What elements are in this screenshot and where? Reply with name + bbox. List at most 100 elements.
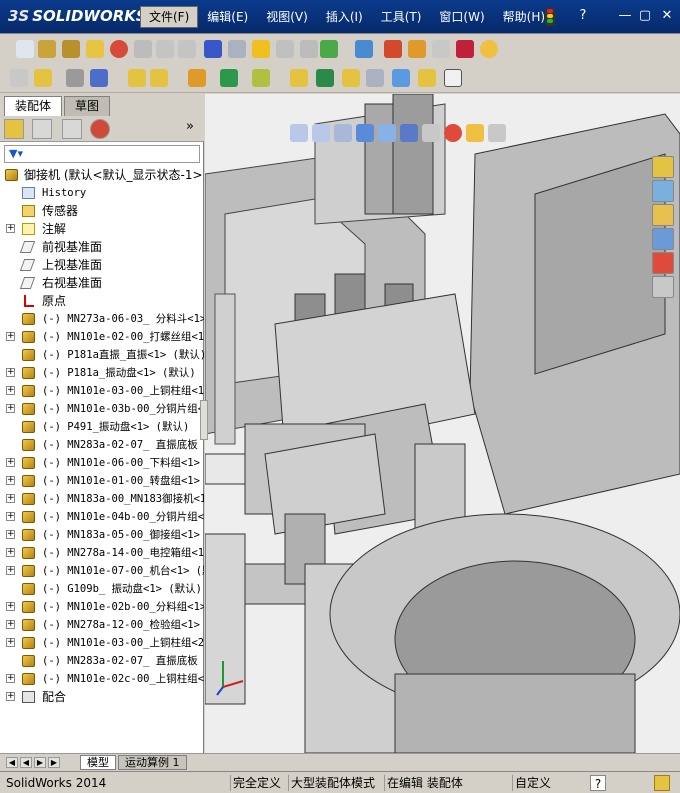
expand-icon[interactable]: +	[6, 530, 15, 539]
check-icon[interactable]	[432, 40, 450, 58]
interference-icon[interactable]	[392, 69, 410, 87]
expand-icon[interactable]: +	[6, 548, 15, 557]
check-icon[interactable]	[300, 40, 318, 58]
display-manager-icon[interactable]	[90, 119, 110, 139]
tree-item-component[interactable]: + (-) MN101e-03b-00_分铜片组<1>	[0, 400, 204, 418]
close-button[interactable]: ✕	[659, 8, 675, 24]
expand-icon[interactable]: +	[6, 386, 15, 395]
section-properties-icon[interactable]	[86, 40, 104, 58]
filter-field[interactable]: ▼▾	[4, 145, 200, 163]
zoom-fit-icon[interactable]	[290, 124, 308, 142]
insert-component-icon[interactable]	[34, 69, 52, 87]
nav-last-icon[interactable]: ▶	[48, 757, 60, 768]
display-style-icon[interactable]	[400, 124, 418, 142]
tag-icon[interactable]	[654, 775, 670, 791]
settings-icon[interactable]	[408, 40, 426, 58]
check-icon[interactable]	[134, 40, 152, 58]
tree-item-component[interactable]: + (-) MN101e-01-00_转盘组<1>	[0, 472, 204, 490]
expand-icon[interactable]: +	[6, 494, 15, 503]
menu-view[interactable]: 视图(V)	[257, 6, 317, 28]
sigma-icon[interactable]	[204, 40, 222, 58]
tree-item-component[interactable]: + (-) MN183a-00_MN183御接机<1>	[0, 490, 204, 508]
expand-icon[interactable]: +	[6, 224, 15, 233]
feature-manager-icon[interactable]	[4, 119, 24, 139]
tree-item-feature[interactable]: 原点	[0, 292, 204, 310]
help-icon[interactable]: ?	[590, 775, 606, 791]
menu-file[interactable]: 文件(F)	[140, 6, 199, 28]
task-pane-home-icon[interactable]	[652, 156, 674, 178]
spell-check-icon[interactable]	[16, 40, 34, 58]
tool-icon[interactable]	[228, 40, 246, 58]
menu-edit[interactable]: 编辑(E)	[198, 6, 257, 28]
tree-item-component[interactable]: + (-) MN278a-14-00_电控箱组<1>	[0, 544, 204, 562]
clock-icon[interactable]	[110, 40, 128, 58]
property-manager-icon[interactable]	[32, 119, 52, 139]
checkbox-icon[interactable]	[178, 40, 196, 58]
tree-item-component[interactable]: + (-) P181a_振动盘<1> (默认)	[0, 364, 204, 382]
expand-icon[interactable]: +	[6, 512, 15, 521]
tab-sketch[interactable]: 草图	[64, 96, 111, 116]
new-motion-study-icon[interactable]	[290, 69, 308, 87]
tree-item-component[interactable]: (-) P181a直振_直振<1> (默认)	[0, 346, 204, 364]
tab-assembly[interactable]: 装配体	[4, 96, 63, 116]
expand-icon[interactable]: +	[6, 332, 15, 341]
appearance-icon[interactable]	[456, 40, 474, 58]
configuration-manager-icon[interactable]	[62, 119, 82, 139]
task-pane-appearance-icon[interactable]	[652, 252, 674, 274]
move-component-icon[interactable]	[128, 69, 146, 87]
tree-item-component[interactable]: + (-) MN101e-02c-00_上铜柱组<1>	[0, 670, 204, 688]
nav-prev-icon[interactable]: ◀	[20, 757, 32, 768]
expand-icon[interactable]: +	[6, 368, 15, 377]
tree-item-component[interactable]: + (-) MN278a-12-00_检验组<1>	[0, 616, 204, 634]
reference-geometry-icon[interactable]	[252, 69, 270, 87]
expand-icon[interactable]: +	[6, 674, 15, 683]
tree-item-component[interactable]: (-) MN283a-02-07_ 直振底板	[0, 436, 204, 454]
mass-properties-icon[interactable]	[62, 40, 80, 58]
expand-panel-icon[interactable]: »	[186, 119, 194, 134]
task-pane-library-icon[interactable]	[652, 180, 674, 202]
expand-icon[interactable]: +	[6, 692, 15, 701]
zoom-area-icon[interactable]	[312, 124, 330, 142]
tree-item-feature[interactable]: + 注解	[0, 220, 204, 238]
view-orientation-icon[interactable]	[378, 124, 396, 142]
tree-item-component[interactable]: + (-) MN101e-02b-00_分料组<1>	[0, 598, 204, 616]
task-pane-custom-icon[interactable]	[652, 276, 674, 298]
section-view-icon[interactable]	[356, 124, 374, 142]
apply-scene-icon[interactable]	[466, 124, 484, 142]
expand-icon[interactable]: +	[6, 458, 15, 467]
tree-item-component[interactable]: + (-) MN101e-02-00_打螺丝组<1>	[0, 328, 204, 346]
clearance-icon[interactable]	[418, 69, 436, 87]
tree-item-component[interactable]: + (-) MN101e-04b-00_分铜片组<1>	[0, 508, 204, 526]
task-pane-properties-icon[interactable]	[652, 228, 674, 250]
expand-icon[interactable]: +	[6, 404, 15, 413]
status-units[interactable]: 自定义	[512, 775, 553, 791]
graphics-area[interactable]	[205, 94, 680, 753]
expand-icon[interactable]: +	[6, 476, 15, 485]
measure-icon[interactable]	[38, 40, 56, 58]
pattern-icon[interactable]	[90, 69, 108, 87]
help-icon[interactable]: ?	[575, 8, 591, 24]
assembly-check-icon[interactable]	[320, 40, 338, 58]
bom-icon[interactable]	[316, 69, 334, 87]
hide-show-icon[interactable]	[188, 69, 206, 87]
tree-item-feature[interactable]: 传感器	[0, 202, 204, 220]
tree-item-component[interactable]: + (-) MN101e-03-00_上铜柱组<1>	[0, 382, 204, 400]
menu-tools[interactable]: 工具(T)	[372, 6, 431, 28]
tab-model[interactable]: 模型	[80, 755, 116, 770]
tree-root[interactable]: 御接机 (默认<默认_显示状态-1>)	[0, 166, 204, 184]
tab-motion-study[interactable]: 运动算例 1	[118, 755, 187, 770]
rotate-component-icon[interactable]	[150, 69, 168, 87]
app-logo[interactable]: 3S SOLIDWORKS	[8, 7, 147, 25]
exploded-view-icon[interactable]	[342, 69, 360, 87]
tree-item-component[interactable]: (-) P491_振动盘<1> (默认)	[0, 418, 204, 436]
edit-appearance-icon[interactable]	[444, 124, 462, 142]
tree-item-component[interactable]: + (-) MN101e-07-00_机台<1> (默	[0, 562, 204, 580]
tree-item-component[interactable]: (-) G109b_ 振动盘<1> (默认)	[0, 580, 204, 598]
minimize-button[interactable]: —	[617, 8, 633, 24]
tree-item-component[interactable]: + (-) MN101e-06-00_下料组<1>	[0, 454, 204, 472]
cube-icon[interactable]	[10, 69, 28, 87]
expand-icon[interactable]: +	[6, 602, 15, 611]
tree-item-component[interactable]: + (-) MN183a-05-00_御接组<1>	[0, 526, 204, 544]
explode-line-icon[interactable]	[366, 69, 384, 87]
compare-icon[interactable]	[355, 40, 373, 58]
